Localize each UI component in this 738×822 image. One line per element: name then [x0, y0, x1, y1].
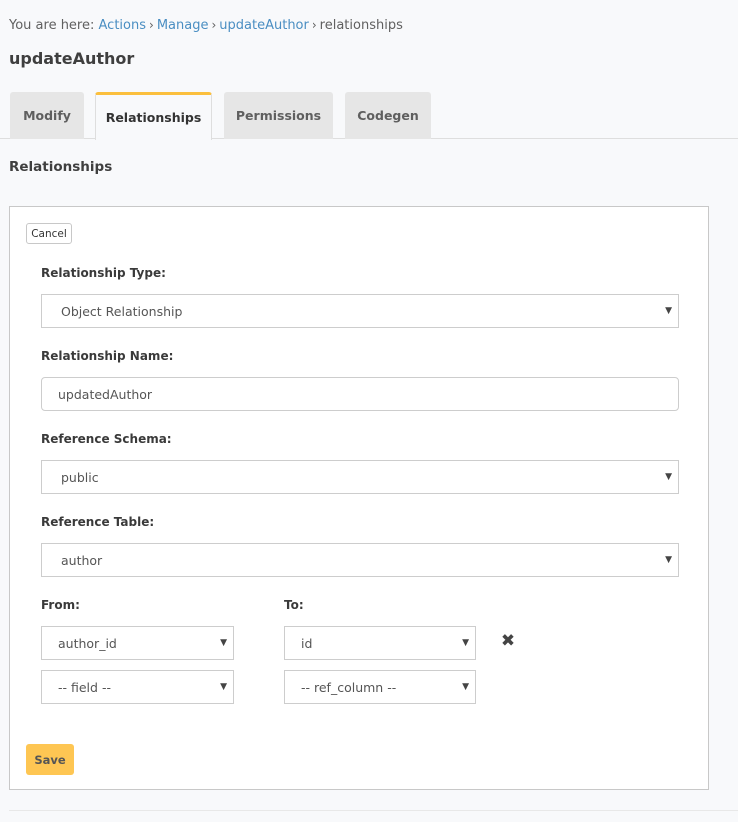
- chevron-down-icon: ▼: [665, 306, 672, 316]
- to-column-value: id: [301, 636, 312, 651]
- breadcrumb-link-manage[interactable]: Manage: [157, 18, 209, 33]
- chevron-down-icon: ▼: [220, 638, 227, 648]
- to-column-value: -- ref_column --: [301, 680, 396, 695]
- to-column-select[interactable]: -- ref_column -- ▼: [284, 670, 476, 704]
- breadcrumb: You are here: Actions›Manage›updateAutho…: [9, 18, 403, 33]
- breadcrumb-link-update-author[interactable]: updateAuthor: [219, 18, 309, 33]
- remove-mapping-icon[interactable]: ✖: [500, 633, 516, 649]
- to-label: To:: [284, 598, 304, 612]
- from-column-select[interactable]: -- field -- ▼: [41, 670, 234, 704]
- breadcrumb-prefix: You are here:: [9, 18, 94, 33]
- from-column-select[interactable]: author_id ▼: [41, 626, 234, 660]
- reference-schema-label: Reference Schema:: [41, 432, 172, 446]
- section-title: Relationships: [9, 159, 112, 175]
- chevron-down-icon: ▼: [462, 682, 469, 692]
- from-column-value: author_id: [58, 636, 117, 651]
- reference-table-value: author: [61, 553, 102, 568]
- bottom-divider: [9, 810, 738, 811]
- save-button[interactable]: Save: [26, 744, 74, 775]
- chevron-down-icon: ▼: [462, 638, 469, 648]
- relationship-name-label: Relationship Name:: [41, 349, 173, 363]
- breadcrumb-current: relationships: [320, 18, 403, 33]
- relationship-type-select[interactable]: Object Relationship ▼: [41, 294, 679, 328]
- breadcrumb-link-actions[interactable]: Actions: [99, 18, 147, 33]
- tab-modify[interactable]: Modify: [10, 92, 84, 139]
- from-label: From:: [41, 598, 80, 612]
- reference-schema-select[interactable]: public ▼: [41, 460, 679, 494]
- relationship-name-input[interactable]: updatedAuthor: [41, 377, 679, 411]
- from-column-value: -- field --: [58, 680, 111, 695]
- breadcrumb-separator: ›: [309, 18, 320, 32]
- to-column-select[interactable]: id ▼: [284, 626, 476, 660]
- breadcrumb-separator: ›: [208, 18, 219, 32]
- tab-permissions[interactable]: Permissions: [224, 92, 333, 139]
- chevron-down-icon: ▼: [665, 472, 672, 482]
- relationship-name-value: updatedAuthor: [58, 387, 152, 402]
- chevron-down-icon: ▼: [665, 555, 672, 565]
- cancel-button[interactable]: Cancel: [26, 223, 72, 244]
- tab-codegen[interactable]: Codegen: [345, 92, 431, 139]
- reference-table-select[interactable]: author ▼: [41, 543, 679, 577]
- relationship-form-card: Cancel Relationship Type: Object Relatio…: [9, 206, 709, 790]
- relationship-type-label: Relationship Type:: [41, 266, 166, 280]
- page: You are here: Actions›Manage›updateAutho…: [0, 0, 738, 822]
- relationship-type-value: Object Relationship: [61, 304, 182, 319]
- chevron-down-icon: ▼: [220, 682, 227, 692]
- breadcrumb-separator: ›: [146, 18, 157, 32]
- page-title: updateAuthor: [9, 49, 134, 68]
- reference-schema-value: public: [61, 470, 99, 485]
- reference-table-label: Reference Table:: [41, 515, 154, 529]
- tab-relationships[interactable]: Relationships: [95, 92, 212, 140]
